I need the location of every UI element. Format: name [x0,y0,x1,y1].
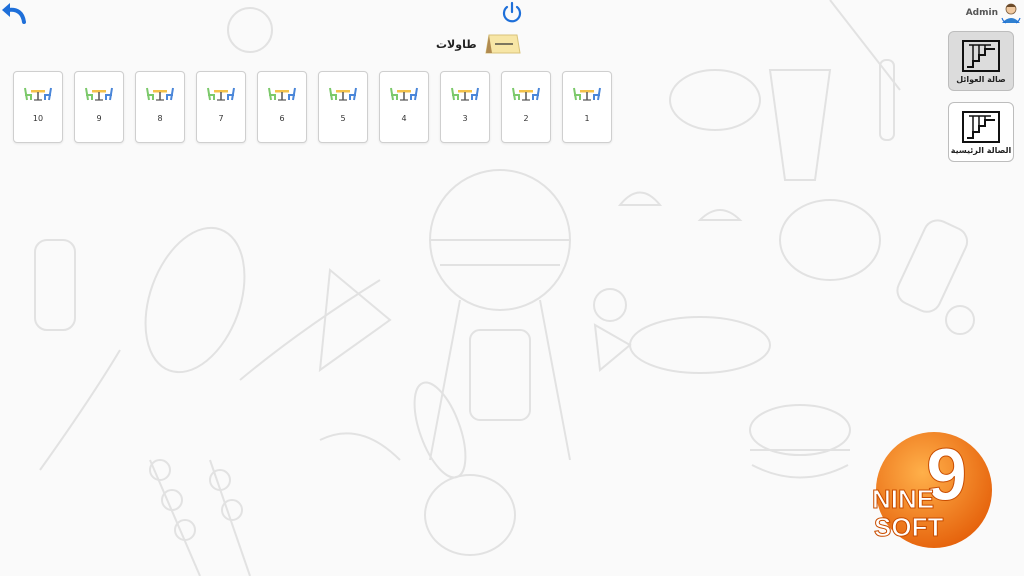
dining-table-icon [389,86,419,106]
power-icon [502,1,522,23]
table-number: 10 [32,114,44,123]
table-card[interactable]: 10 [13,71,63,143]
table-card[interactable]: 5 [318,71,368,143]
user-switcher[interactable]: Admin [966,1,1022,25]
table-number: 2 [523,114,529,123]
table-card[interactable]: 6 [257,71,307,143]
tables-grid: 1 2 3 4 5 6 7 8 9 10 [13,71,612,143]
user-switch-icon [1001,3,1021,24]
hall-label-family: صالة العوائل [956,74,1006,84]
table-number: 8 [157,114,163,123]
undo-arrow-icon [2,3,26,24]
table-number: 1 [584,114,590,123]
dining-table-icon [450,86,480,106]
hall-button-main[interactable]: الصالة الرئيسية [948,102,1014,162]
table-card[interactable]: 1 [562,71,612,143]
table-tent-icon [484,34,521,54]
table-card[interactable]: 8 [135,71,185,143]
section-title: طاولات [436,37,477,51]
dining-table-icon [572,86,602,106]
dining-table-icon [23,86,53,106]
dining-table-icon [328,86,358,106]
table-number: 9 [96,114,102,123]
dining-table-icon [145,86,175,106]
section-header: طاولات [436,33,521,55]
table-number: 5 [340,114,346,123]
user-name: Admin [965,8,998,18]
table-card[interactable]: 9 [74,71,124,143]
back-button[interactable] [0,0,30,28]
stairs-icon [962,39,1000,72]
dining-table-icon [267,86,297,106]
hall-label-main: الصالة الرئيسية [950,145,1012,155]
table-number: 7 [218,114,224,123]
table-number: 3 [462,114,468,123]
table-card[interactable]: 7 [196,71,246,143]
dining-table-icon [84,86,114,106]
hall-button-family[interactable]: صالة العوائل [948,31,1014,91]
table-card[interactable]: 4 [379,71,429,143]
table-number: 4 [401,114,407,123]
logo-line1: NINE [872,484,934,514]
ninesoft-logo: 9 NINE SOFT [872,432,992,548]
stairs-icon [962,110,1000,143]
table-number: 6 [279,114,285,123]
logo-line2: SOFT [874,512,943,542]
dining-table-icon [206,86,236,106]
power-button[interactable] [500,1,524,25]
table-card[interactable]: 2 [501,71,551,143]
table-card[interactable]: 3 [440,71,490,143]
dining-table-icon [511,86,541,106]
